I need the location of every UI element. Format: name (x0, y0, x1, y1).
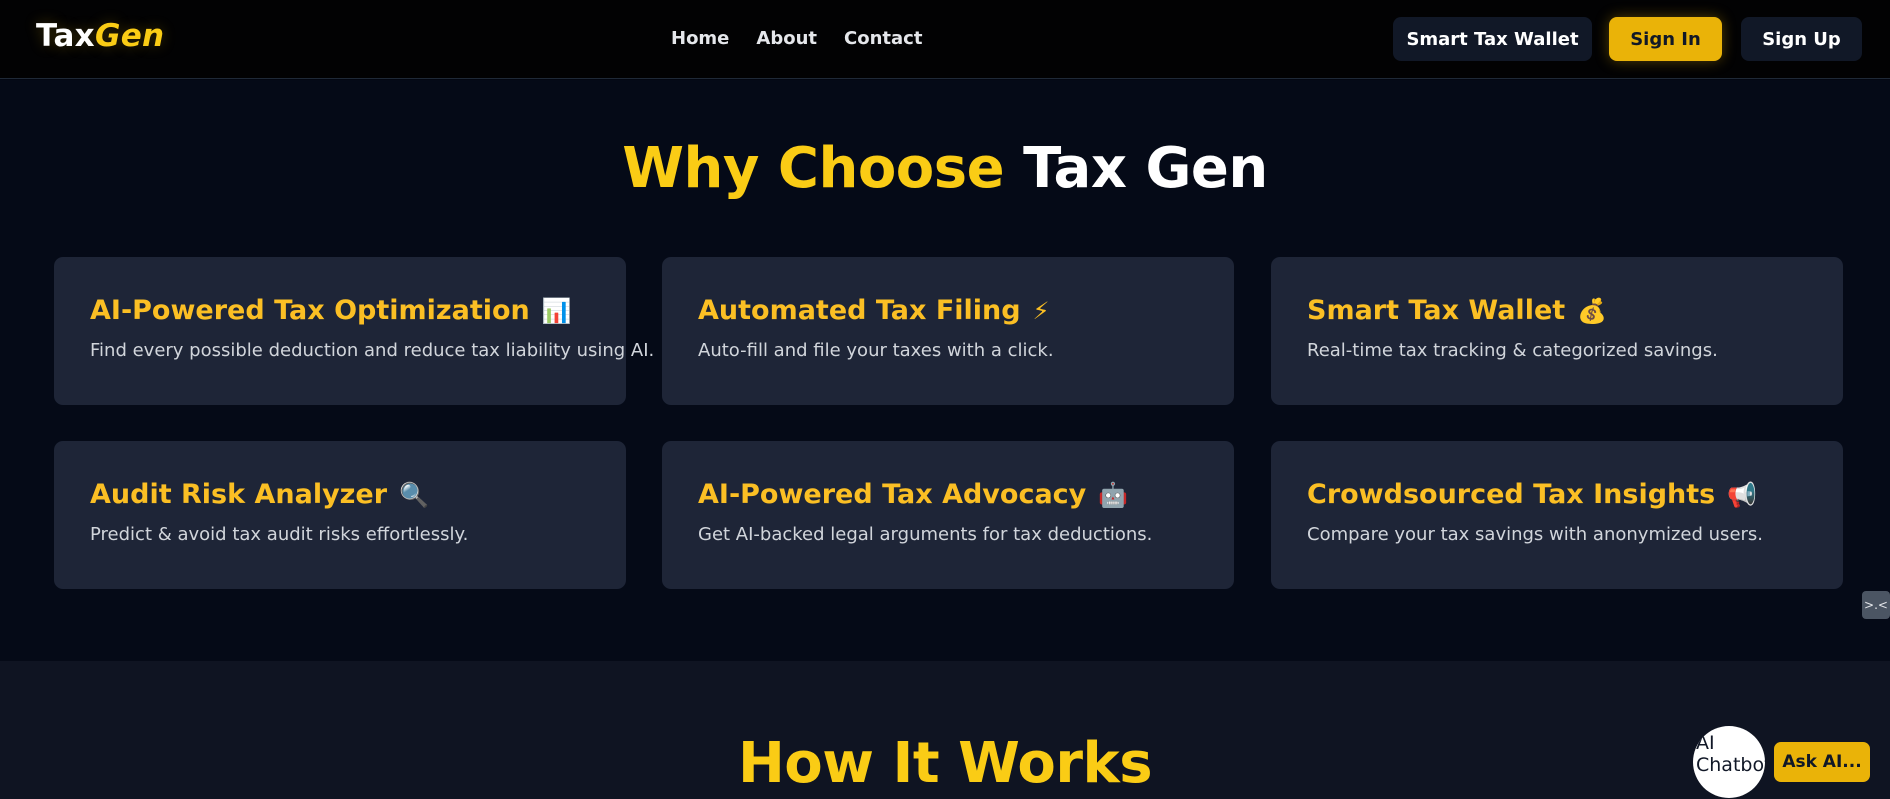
feature-card-title-text: Automated Tax Filing (698, 295, 1021, 326)
feature-card-title-text: Audit Risk Analyzer (90, 479, 388, 510)
how-it-works-heading: How It Works (737, 731, 1153, 796)
brand-name-part2: Gen (94, 18, 165, 54)
feature-card-automated-filing: Automated Tax Filing ⚡ Auto-fill and fil… (662, 257, 1234, 405)
feature-card-audit-risk: Audit Risk Analyzer 🔍 Predict & avoid ta… (54, 441, 626, 589)
feature-card-description: Auto-fill and file your taxes with a cli… (698, 340, 1054, 361)
why-choose-heading: Why Choose Tax Gen (0, 136, 1890, 201)
navbar: TaxGen Home About Contact Smart Tax Wall… (0, 0, 1890, 79)
nav-contact-link[interactable]: Contact (844, 28, 922, 49)
feature-card-title: Automated Tax Filing ⚡ (698, 295, 1198, 326)
robot-icon: 🤖 (1098, 480, 1129, 509)
feature-card-title: AI-Powered Tax Advocacy 🤖 (698, 479, 1198, 510)
money-bag-icon: 💰 (1577, 296, 1608, 325)
why-choose-heading-part1: Why Choose (622, 136, 1005, 201)
feature-card-tax-advocacy: AI-Powered Tax Advocacy 🤖 Get AI-backed … (662, 441, 1234, 589)
feature-card-title-text: Smart Tax Wallet (1307, 295, 1566, 326)
why-choose-section: Why Choose Tax Gen AI-Powered Tax Optimi… (0, 80, 1890, 661)
nav-about-link[interactable]: About (756, 28, 817, 49)
megaphone-icon: 📢 (1727, 480, 1758, 509)
bar-chart-icon: 📊 (541, 296, 572, 325)
chatbot-avatar[interactable]: AI Chatbot (1693, 726, 1765, 798)
brand-name-part1: Tax (36, 18, 95, 54)
feature-card-description: Get AI-backed legal arguments for tax de… (698, 524, 1153, 545)
side-panel-toggle-icon[interactable]: >.< (1862, 591, 1890, 619)
feature-card-description: Predict & avoid tax audit risks effortle… (90, 524, 469, 545)
magnifier-icon: 🔍 (399, 480, 429, 509)
feature-card-title-text: Crowdsourced Tax Insights (1307, 479, 1716, 510)
feature-card-title: Crowdsourced Tax Insights 📢 (1307, 479, 1807, 510)
feature-card-title-text: AI-Powered Tax Optimization (90, 295, 530, 326)
feature-card-crowdsourced-insights: Crowdsourced Tax Insights 📢 Compare your… (1271, 441, 1843, 589)
why-choose-heading-part2: Tax Gen (1023, 136, 1268, 201)
feature-card-title: Audit Risk Analyzer 🔍 (90, 479, 590, 510)
brand-logo[interactable]: TaxGen (36, 18, 164, 54)
feature-card-description: Compare your tax savings with anonymized… (1307, 524, 1764, 545)
feature-card-description: Real-time tax tracking & categorized sav… (1307, 340, 1718, 361)
feature-card-title-text: AI-Powered Tax Advocacy (698, 479, 1087, 510)
sign-in-button[interactable]: Sign In (1609, 17, 1722, 61)
sign-up-button[interactable]: Sign Up (1741, 17, 1862, 61)
feature-card-smart-wallet: Smart Tax Wallet 💰 Real-time tax trackin… (1271, 257, 1843, 405)
feature-card-title: AI-Powered Tax Optimization 📊 (90, 295, 590, 326)
feature-card-title: Smart Tax Wallet 💰 (1307, 295, 1807, 326)
smart-tax-wallet-button[interactable]: Smart Tax Wallet (1393, 17, 1592, 61)
feature-card-description: Find every possible deduction and reduce… (90, 340, 655, 361)
nav-home-link[interactable]: Home (671, 28, 729, 49)
ask-ai-button[interactable]: Ask AI... (1774, 742, 1870, 782)
nav-links: Home About Contact (671, 28, 922, 49)
how-it-works-section: How It Works (0, 661, 1890, 799)
lightning-icon: ⚡ (1032, 296, 1050, 325)
feature-card-tax-optimization: AI-Powered Tax Optimization 📊 Find every… (54, 257, 655, 405)
